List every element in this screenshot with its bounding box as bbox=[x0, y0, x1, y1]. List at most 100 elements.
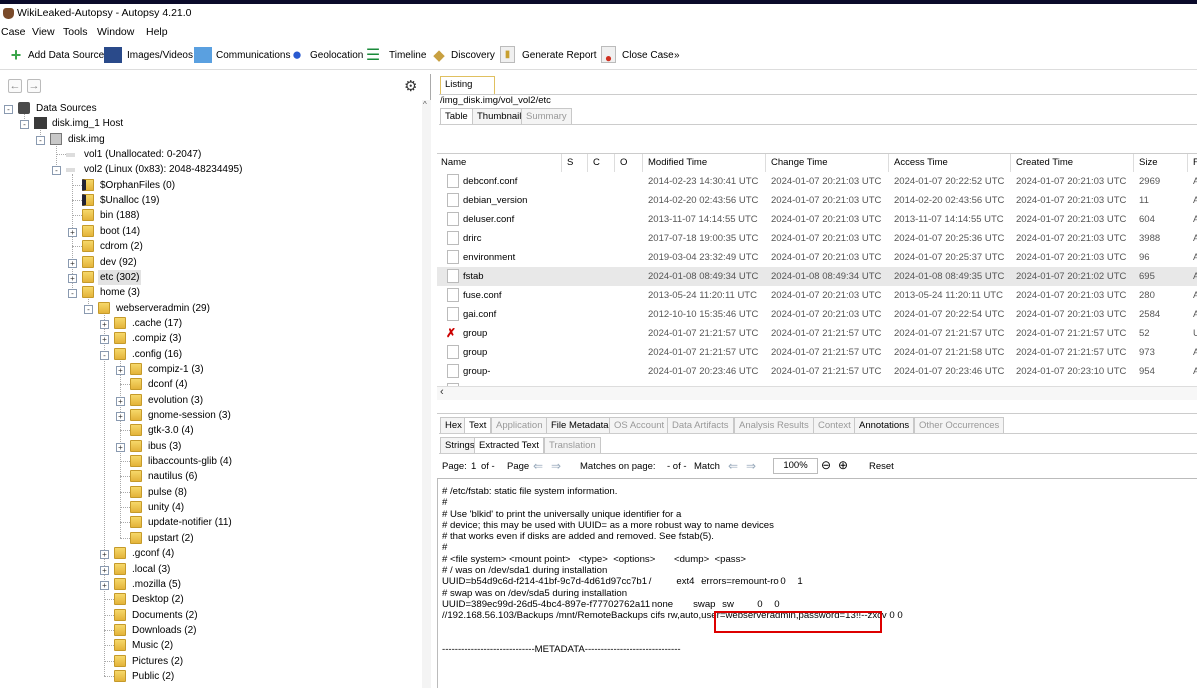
tree-node[interactable]: bin (188) bbox=[0, 208, 420, 223]
tree-node[interactable]: - disk.img_1 Host bbox=[0, 116, 420, 131]
column-header[interactable]: F bbox=[1193, 157, 1197, 168]
tree-node[interactable]: $Unalloc (19) bbox=[0, 193, 420, 208]
zoom-out-icon[interactable]: ⊖ bbox=[821, 458, 831, 472]
expand-icon[interactable]: + bbox=[68, 273, 77, 283]
tree-node[interactable]: - webserveradmin (29) bbox=[0, 301, 420, 316]
tree-node[interactable]: pulse (8) bbox=[0, 485, 420, 500]
tree-node[interactable]: libaccounts-glib (4) bbox=[0, 454, 420, 469]
column-header[interactable]: Modified Time bbox=[648, 157, 707, 168]
zoom-field[interactable]: 100% bbox=[773, 458, 818, 474]
discovery-button[interactable]: ◆ Discovery bbox=[428, 42, 496, 70]
tree-node[interactable]: + dev (92) bbox=[0, 255, 420, 270]
expand-icon[interactable]: + bbox=[68, 258, 77, 268]
viewer-tab[interactable]: Analysis Results bbox=[734, 417, 814, 433]
column-header[interactable]: O bbox=[620, 157, 627, 168]
expand-icon[interactable]: + bbox=[116, 396, 125, 406]
tree-node[interactable]: + .gconf (4) bbox=[0, 546, 420, 561]
table-row[interactable]: debconf.conf 2014-02-23 14:30:41 UTC 2024-… bbox=[437, 172, 1197, 191]
tree-node[interactable]: - Data Sources bbox=[0, 101, 420, 116]
tree-node[interactable]: + evolution (3) bbox=[0, 393, 420, 408]
timeline-button[interactable]: ☰ Timeline bbox=[364, 42, 427, 70]
tree-node[interactable]: dconf (4) bbox=[0, 377, 420, 392]
back-arrow-icon[interactable]: ← bbox=[8, 79, 22, 93]
next-page-icon[interactable]: ⇒ bbox=[551, 459, 561, 473]
table-row[interactable]: debian_version 2014-02-20 02:43:56 UTC 202… bbox=[437, 191, 1197, 210]
table-row[interactable]: group- 2024-01-07 20:23:46 UTC 2024-01-07 … bbox=[437, 362, 1197, 381]
tree-node[interactable]: - home (3) bbox=[0, 285, 420, 300]
tab-table[interactable]: Table bbox=[440, 108, 473, 124]
images-videos-button[interactable]: Images/Videos bbox=[102, 42, 193, 70]
scroll-up-icon[interactable]: ^ bbox=[423, 100, 427, 109]
tree-node[interactable]: + .local (3) bbox=[0, 562, 420, 577]
menu-view[interactable]: View bbox=[32, 26, 55, 38]
close-case-button[interactable]: ● Close Case bbox=[599, 42, 674, 70]
previous-match-icon[interactable]: ⇐ bbox=[728, 459, 738, 473]
column-header[interactable]: Size bbox=[1139, 157, 1157, 168]
collapse-icon[interactable]: - bbox=[20, 120, 29, 130]
tree-node[interactable]: Music (2) bbox=[0, 638, 420, 653]
expand-icon[interactable]: + bbox=[116, 365, 125, 375]
expand-icon[interactable]: + bbox=[68, 227, 77, 237]
tree-node[interactable]: gtk-3.0 (4) bbox=[0, 423, 420, 438]
menu-help[interactable]: Help bbox=[146, 26, 168, 38]
expand-icon[interactable]: + bbox=[100, 319, 109, 329]
tree-node[interactable]: vol1 (Unallocated: 0-2047) bbox=[0, 147, 420, 162]
viewer-tab[interactable]: Annotations bbox=[854, 417, 915, 433]
viewer-tab[interactable]: Data Artifacts bbox=[667, 417, 734, 433]
tree-node[interactable]: Public (2) bbox=[0, 669, 420, 684]
scroll-left-icon[interactable]: ‹ bbox=[440, 386, 444, 398]
collapse-icon[interactable]: - bbox=[100, 350, 109, 360]
tree-node[interactable]: + .mozilla (5) bbox=[0, 577, 420, 592]
tree-node[interactable]: unity (4) bbox=[0, 500, 420, 515]
communications-button[interactable]: Communications bbox=[192, 42, 290, 70]
tree-node[interactable]: + .compiz (3) bbox=[0, 331, 420, 346]
column-header[interactable]: S bbox=[567, 157, 573, 168]
collapse-icon[interactable]: - bbox=[84, 304, 93, 314]
column-header[interactable]: Change Time bbox=[771, 157, 828, 168]
menu-window[interactable]: Window bbox=[97, 26, 134, 38]
tree-node[interactable]: - vol2 (Linux (0x83): 2048-48234495) bbox=[0, 162, 420, 177]
column-header[interactable]: Created Time bbox=[1016, 157, 1073, 168]
viewer-tab[interactable]: OS Account bbox=[609, 417, 670, 433]
expand-icon[interactable]: + bbox=[100, 580, 109, 590]
add-data-source-button[interactable]: + Add Data Source bbox=[4, 42, 104, 70]
table-row[interactable]: deluser.conf 2013-11-07 14:14:55 UTC 2024-… bbox=[437, 210, 1197, 229]
menu-tools[interactable]: Tools bbox=[63, 26, 88, 38]
expand-icon[interactable]: + bbox=[100, 550, 109, 560]
tree-node[interactable]: Documents (2) bbox=[0, 608, 420, 623]
tree-node[interactable]: cdrom (2) bbox=[0, 239, 420, 254]
tree-node[interactable]: nautilus (6) bbox=[0, 469, 420, 484]
menu-case[interactable]: Case bbox=[1, 26, 26, 38]
column-header[interactable]: C bbox=[593, 157, 600, 168]
gear-icon[interactable]: ⚙ bbox=[404, 77, 417, 95]
tree-node[interactable]: + boot (14) bbox=[0, 224, 420, 239]
table-row[interactable]: ✗ group 2024-01-07 21:21:57 UTC 2024-01-07 … bbox=[437, 324, 1197, 343]
viewer-tab[interactable]: Other Occurrences bbox=[914, 417, 1005, 433]
zoom-in-icon[interactable]: ⊕ bbox=[838, 458, 848, 472]
tree-node[interactable]: + compiz-1 (3) bbox=[0, 362, 420, 377]
listing-horizontal-scrollbar[interactable]: ‹ bbox=[437, 386, 1197, 400]
collapse-icon[interactable]: - bbox=[36, 135, 45, 145]
tree-node[interactable]: $OrphanFiles (0) bbox=[0, 178, 420, 193]
expand-icon[interactable]: + bbox=[116, 412, 125, 421]
expand-icon[interactable]: + bbox=[116, 442, 125, 452]
table-row[interactable]: fuse.conf 2013-05-24 11:20:11 UTC 2024-01-… bbox=[437, 286, 1197, 305]
tree-node[interactable]: - .config (16) bbox=[0, 347, 420, 362]
tree-node[interactable]: Downloads (2) bbox=[0, 623, 420, 638]
table-row[interactable]: drirc 2017-07-18 19:00:35 UTC 2024-01-07 2… bbox=[437, 229, 1197, 248]
viewer-tab[interactable]: Application bbox=[491, 417, 548, 433]
column-header[interactable]: Name bbox=[441, 157, 466, 168]
collapse-icon[interactable]: - bbox=[68, 289, 77, 299]
tree-node[interactable]: + etc (302) bbox=[0, 269, 420, 285]
collapse-icon[interactable]: - bbox=[52, 166, 61, 176]
expand-icon[interactable]: + bbox=[100, 565, 109, 575]
column-header[interactable]: Access Time bbox=[894, 157, 948, 168]
generate-report-button[interactable]: ▮ Generate Report bbox=[499, 42, 597, 70]
collapse-icon[interactable]: - bbox=[4, 105, 13, 114]
tree-node[interactable]: + .cache (17) bbox=[0, 316, 420, 331]
next-match-icon[interactable]: ⇒ bbox=[746, 459, 756, 473]
viewer-tab[interactable]: Context bbox=[813, 417, 856, 433]
viewer-tab[interactable]: Hex bbox=[440, 417, 467, 433]
table-row[interactable]: group 2024-01-07 21:21:57 UTC 2024-01-07 2… bbox=[437, 343, 1197, 362]
tree-node[interactable]: Pictures (2) bbox=[0, 654, 420, 669]
